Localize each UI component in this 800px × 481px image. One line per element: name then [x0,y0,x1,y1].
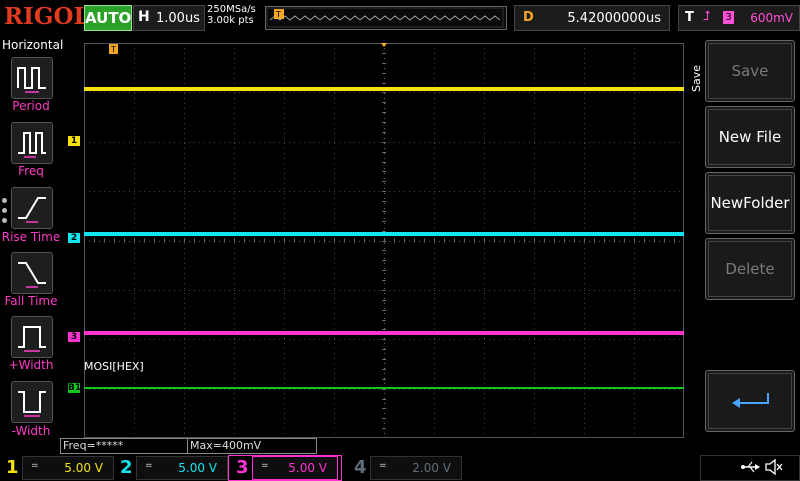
save-menu-title: Save [690,64,704,93]
rise-time-button[interactable] [11,187,53,229]
ch3-scale-box[interactable]: = 5.00 V [252,456,338,480]
rising-edge-icon: ⮥ [703,9,711,24]
freq-label: Freq [18,164,44,178]
rise-time-icon [18,197,46,223]
ch1-number[interactable]: 1 [6,457,19,478]
trigger-channel: 3 [723,11,734,24]
bus-offset-marker[interactable]: B1 [68,383,81,393]
fall-time-icon [18,262,46,288]
max-measurement[interactable]: Max=400mV [187,438,317,454]
timebase-box[interactable]: H 1.00us [133,5,205,31]
sample-rate: 250MSa/s [207,4,256,15]
page-dot [2,208,7,213]
trigger-time-marker-label: T [110,45,116,54]
new-file-button[interactable]: New File [705,106,795,168]
run-status-button[interactable]: AUTO [84,5,132,31]
dc-coupling-icon: = [145,461,153,471]
ch3-scale: 5.00 V [288,461,327,475]
speaker-muted-icon[interactable] [764,458,784,476]
save-button[interactable]: Save [705,40,795,102]
page-dot [2,198,7,203]
measurement-panel-title: Horizontal [2,38,64,52]
ch4-scale-box[interactable]: = 2.00 V [370,456,462,480]
acquisition-info: 250MSa/s 3.00k pts [207,4,256,26]
pos-width-icon [18,326,46,352]
graticule [84,43,684,438]
trigger-label: T [685,10,694,25]
delete-button[interactable]: Delete [705,238,795,300]
dc-coupling-icon: = [31,461,39,471]
neg-width-label: -Width [11,424,51,438]
freq-button[interactable] [11,122,53,164]
ch3-number[interactable]: 3 [236,457,249,478]
return-button[interactable] [705,370,795,432]
trigger-box[interactable]: T ⮥ 3 600mV [678,5,800,31]
ch3-offset-marker[interactable]: 3 [68,332,80,342]
ch1-scale-box[interactable]: = 5.00 V [22,456,114,480]
period-label: Period [12,99,50,113]
pos-width-button[interactable] [11,316,53,358]
save-menu-tab: Save [687,60,703,96]
neg-width-button[interactable] [11,381,53,423]
ch2-number[interactable]: 2 [120,457,133,478]
rigol-logo: RIGOL [4,3,90,30]
ch1-offset-marker[interactable]: 1 [68,136,80,146]
dc-coupling-icon: = [261,461,269,471]
page-dot [2,218,7,223]
delay-value: 5.42000000us [567,11,661,26]
timebase-value: 1.00us [156,11,200,26]
ch4-number[interactable]: 4 [354,457,367,478]
overview-trigger-marker: T [275,10,281,19]
new-folder-button[interactable]: NewFolder [705,172,795,234]
freq-measurement[interactable]: Freq=***** [60,438,188,454]
delay-label: D [523,10,534,25]
dc-coupling-icon: = [379,461,387,471]
horizontal-label: H [138,9,150,25]
ch3-trace [84,331,684,335]
overview-waveform: T [266,7,504,28]
bus-trace [84,387,684,389]
trigger-level: 600mV [750,11,793,25]
rise-time-label: Rise Time [1,230,61,244]
neg-width-icon [18,391,46,417]
waveform-overview-bar[interactable]: T [265,6,507,30]
fall-time-label: Fall Time [4,294,58,308]
ch2-scale-box[interactable]: = 5.00 V [136,456,228,480]
ch1-trace [84,87,684,91]
delay-box[interactable]: D 5.42000000us [514,5,670,31]
ch2-scale: 5.00 V [178,461,217,475]
memory-depth: 3.00k pts [207,15,254,26]
freq-icon [18,132,46,158]
return-icon [732,393,769,408]
ch2-trace [84,232,684,236]
ch2-offset-marker[interactable]: 2 [68,233,80,243]
ch1-scale: 5.00 V [64,461,103,475]
usb-icon [741,461,760,473]
waveform-display[interactable]: T [84,43,684,438]
fall-time-button[interactable] [11,252,53,294]
bus-decode-label: MOSI[HEX] [84,360,144,373]
pos-width-label: +Width [8,358,54,372]
period-icon [17,67,46,93]
period-button[interactable] [11,57,53,99]
ch4-scale: 2.00 V [412,461,451,475]
